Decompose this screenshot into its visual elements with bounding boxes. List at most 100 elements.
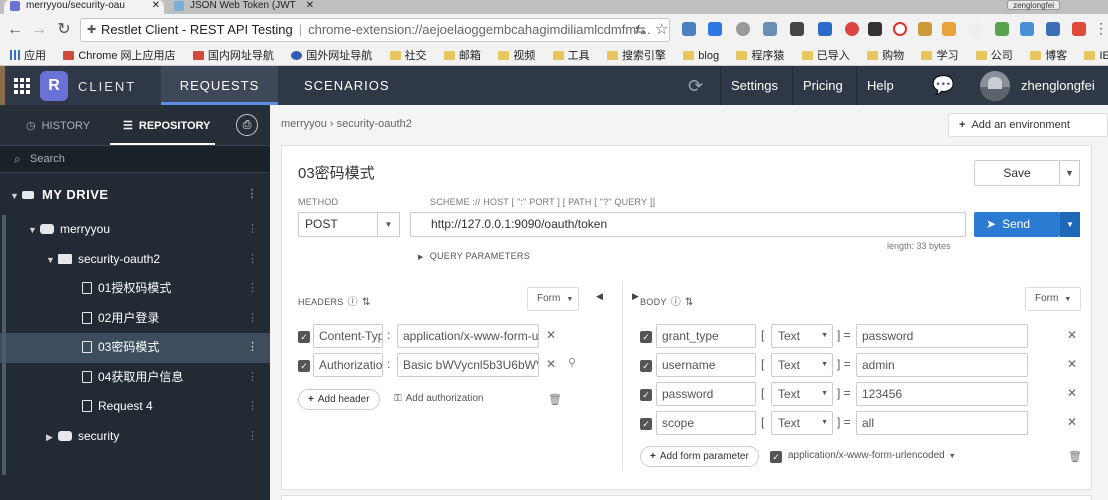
browser-menu-icon[interactable]: ⋮ [1094, 20, 1108, 37]
param-name-input[interactable]: grant_type [656, 324, 756, 348]
add-header-button[interactable]: +Add header [298, 389, 380, 410]
extension-icon[interactable] [893, 22, 907, 36]
chat-icon[interactable]: 💬 [932, 75, 954, 96]
extension-icon[interactable] [708, 22, 722, 36]
more-icon[interactable]: ⋮ [247, 180, 259, 210]
tab-scenarios[interactable]: SCENARIOS [292, 66, 402, 105]
more-icon[interactable]: ⋮ [247, 422, 258, 452]
extension-icon[interactable] [790, 22, 804, 36]
tree-item-request[interactable]: 01授权码模式⋮ [0, 274, 270, 304]
forward-icon[interactable]: → [30, 22, 48, 38]
more-icon[interactable]: ⋮ [247, 304, 258, 334]
bookmark-folder-search[interactable]: 搜索引擎 [607, 46, 666, 66]
extension-icon[interactable] [682, 22, 696, 36]
collapse-right-icon[interactable]: ▶ [632, 291, 639, 302]
tree-item-request[interactable]: 04获取用户信息⋮ [0, 363, 270, 393]
header-enabled-checkbox[interactable]: ✓ [298, 331, 310, 343]
header-value-input[interactable]: Basic bWVycnl5b3U6bWVycnl5b3U= [397, 353, 539, 377]
bookmark-folder-coder[interactable]: 程序猿 [736, 46, 784, 66]
param-type-select[interactable]: Text▼ [771, 324, 833, 348]
param-type-select[interactable]: Text▼ [771, 411, 833, 435]
header-value-input[interactable]: application/x-www-form-urlencoded [397, 324, 539, 348]
content-type-dropdown[interactable]: application/x-www-form-urlencoded▼ [788, 450, 956, 461]
param-name-input[interactable]: scope [656, 411, 756, 435]
tree-item-request[interactable]: 02用户登录⋮ [0, 304, 270, 334]
app-grid-icon[interactable] [14, 78, 30, 94]
bookmark-intl-nav[interactable]: 国外网址导航 [291, 46, 372, 66]
chevron-down-icon[interactable]: ▼ [378, 212, 400, 237]
bookmark-apps[interactable]: 应用 [10, 46, 46, 66]
bookmark-cn-nav[interactable]: 国内网址导航 [193, 46, 274, 66]
more-icon[interactable]: ⋮ [247, 363, 258, 393]
add-form-parameter-button[interactable]: +Add form parameter [640, 446, 759, 467]
extension-icon[interactable] [736, 22, 750, 36]
extension-icon[interactable] [1072, 22, 1086, 36]
param-enabled-checkbox[interactable]: ✓ [640, 360, 652, 372]
content-type-checkbox[interactable]: ✓ [770, 451, 782, 463]
pricing-button[interactable]: Pricing [792, 66, 853, 105]
send-menu-chevron-icon[interactable]: ▼ [1060, 212, 1080, 237]
tree-item-security[interactable]: ▶security⋮ [0, 422, 270, 452]
param-value-input[interactable]: password [856, 324, 1028, 348]
body-form-dropdown[interactable]: Form▼ [1025, 287, 1081, 311]
param-value-input[interactable]: 123456 [856, 382, 1028, 406]
settings-button[interactable]: Settings [720, 66, 788, 105]
remove-header-icon[interactable]: ✕ [546, 328, 556, 342]
param-enabled-checkbox[interactable]: ✓ [640, 331, 652, 343]
bookmark-folder-tools[interactable]: 工具 [553, 46, 590, 66]
translate-icon[interactable]: ⇆ [635, 22, 646, 38]
search-input[interactable] [30, 150, 260, 168]
omnibox[interactable]: ✚ Restlet Client - REST API Testing|chro… [80, 18, 670, 42]
more-icon[interactable]: ⋮ [247, 245, 258, 275]
param-type-select[interactable]: Text▼ [771, 382, 833, 406]
close-tab-icon[interactable]: ✕ [152, 0, 160, 11]
browser-tab-restlet[interactable]: merryyou/security-oau ✕ [4, 0, 164, 14]
tab-history[interactable]: ◷HISTORY [26, 119, 90, 132]
param-type-select[interactable]: Text▼ [771, 353, 833, 377]
bookmark-folder-blog[interactable]: blog [683, 46, 719, 66]
window-profile-badge[interactable]: zenglongfei [1007, 0, 1060, 10]
tree-item-request[interactable]: Request 4⋮ [0, 392, 270, 422]
more-icon[interactable]: ⋮ [247, 215, 258, 245]
bookmark-folder-blogs[interactable]: 博客 [1030, 46, 1067, 66]
export-icon[interactable]: ⎙ [236, 114, 258, 136]
trash-icon[interactable]: 🗑 [548, 393, 562, 406]
sidebar-scrollbar[interactable] [2, 215, 6, 475]
url-input[interactable]: http://127.0.0.1:9090/oauth/token [410, 212, 966, 237]
add-authorization-button[interactable]: ⚿Add authorization [394, 393, 483, 404]
header-name-input[interactable]: Content-Type [313, 324, 383, 348]
param-name-input[interactable]: password [656, 382, 756, 406]
param-enabled-checkbox[interactable]: ✓ [640, 418, 652, 430]
header-enabled-checkbox[interactable]: ✓ [298, 360, 310, 372]
param-enabled-checkbox[interactable]: ✓ [640, 389, 652, 401]
extension-icon[interactable] [995, 22, 1009, 36]
remove-header-icon[interactable]: ✕ [546, 357, 556, 371]
extension-icon[interactable] [1046, 22, 1060, 36]
extension-icon[interactable] [845, 22, 859, 36]
my-drive[interactable]: ▼MY DRIVE⋮ [0, 180, 270, 210]
extension-icon[interactable] [942, 22, 956, 36]
extension-icon[interactable] [818, 22, 832, 36]
sync-icon[interactable]: ⟳ [688, 76, 703, 97]
save-button[interactable]: Save [974, 160, 1060, 186]
help-menu[interactable]: Help ▼ [856, 66, 918, 105]
avatar[interactable] [980, 71, 1010, 101]
collapse-left-icon[interactable]: ◀ [596, 291, 603, 302]
request-title[interactable]: 03密码模式 [298, 162, 375, 183]
tree-item-request-selected[interactable]: 03密码模式⋮ [0, 333, 270, 363]
bookmark-folder-shopping[interactable]: 购物 [867, 46, 904, 66]
bookmark-folder-company[interactable]: 公司 [976, 46, 1013, 66]
header-name-input[interactable]: Authorization [313, 353, 383, 377]
save-menu-chevron-icon[interactable]: ▼ [1060, 160, 1080, 186]
tab-requests[interactable]: REQUESTS [161, 66, 278, 105]
help-circle-icon[interactable]: ⓘ [348, 297, 358, 308]
username[interactable]: zhenglongfei [1021, 66, 1095, 105]
send-button[interactable]: ➤Send [974, 212, 1060, 237]
browser-tab-jwt[interactable]: JSON Web Token (JWT ✕ [168, 0, 318, 14]
breadcrumb[interactable]: merryyou › security-oauth2 [281, 118, 412, 130]
add-environment-button[interactable]: +Add an environment [948, 113, 1108, 137]
param-value-input[interactable]: admin [856, 353, 1028, 377]
sort-icon[interactable]: ⇅ [362, 297, 371, 308]
tree-item-security-oauth2[interactable]: ▼security-oauth2⋮ [0, 245, 270, 275]
help-circle-icon[interactable]: ⓘ [671, 297, 681, 308]
